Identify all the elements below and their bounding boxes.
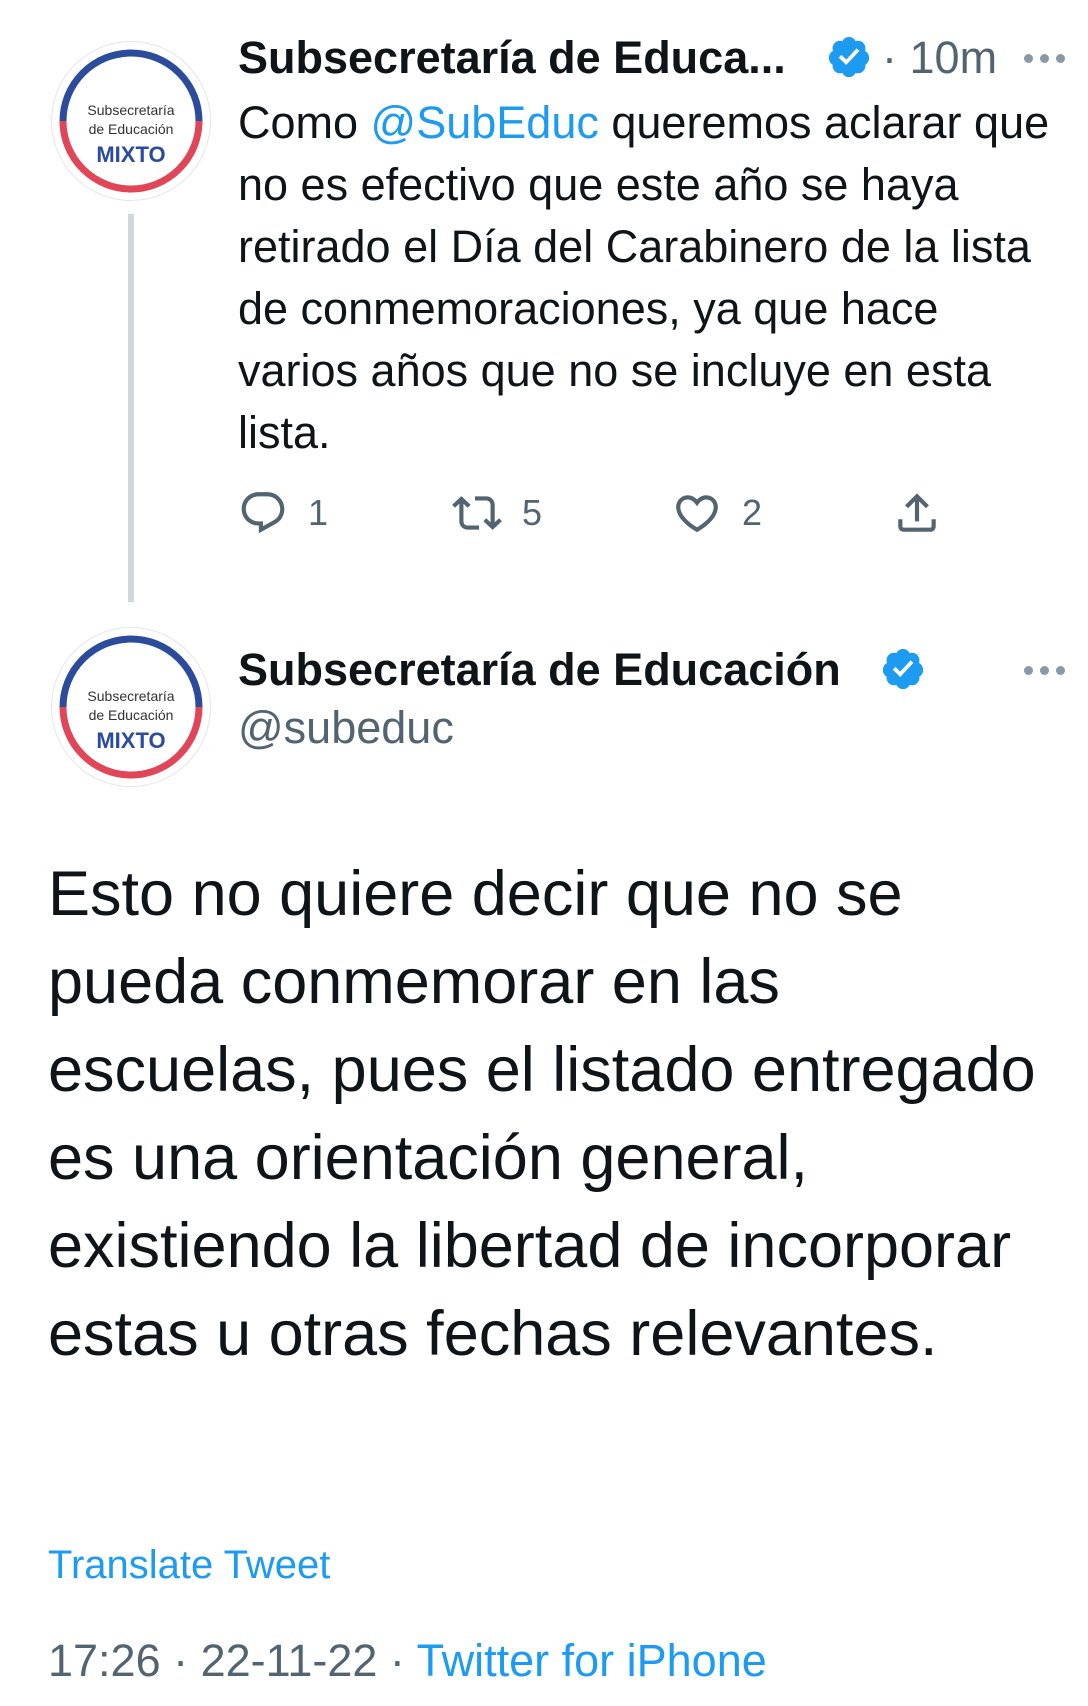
tweet-time-group: · 10m (882, 32, 997, 84)
like-count: 2 (742, 492, 763, 533)
avatar[interactable]: Subsecretaría de Educación MIXTO (52, 628, 210, 786)
author-name[interactable]: Subsecretaría de Educación (238, 644, 841, 696)
tweet-date: 22-11-22 (200, 1635, 378, 1686)
translate-tweet-link[interactable]: Translate Tweet (48, 1543, 330, 1588)
reply-count: 1 (308, 492, 329, 533)
text-segment: queremos aclarar que no es efectivo que … (238, 97, 1050, 458)
text-segment: Como (238, 97, 371, 148)
tweet-timestamp: 17:26 (48, 1635, 161, 1686)
more-icon[interactable] (1024, 48, 1074, 68)
avatar-logo: Subsecretaría de Educación MIXTO (55, 45, 207, 197)
reply-icon (241, 492, 285, 534)
avatar-badge: MIXTO (96, 142, 165, 167)
reply-tweet-text: Como @SubEduc queremos aclarar que no es… (238, 92, 1058, 464)
meta-separator: · (377, 1635, 417, 1686)
avatar[interactable]: Subsecretaría de Educación MIXTO (52, 42, 210, 200)
separator-dot: · (882, 32, 897, 83)
retweet-count: 5 (522, 492, 543, 533)
retweet-button[interactable]: 5 (452, 488, 542, 538)
mention-link[interactable]: @SubEduc (371, 97, 599, 148)
share-icon (898, 493, 936, 532)
like-button[interactable]: 2 (672, 488, 762, 538)
author-name[interactable]: Subsecretaría de Educa... (238, 32, 786, 84)
avatar-text-line1: Subsecretaría (87, 102, 174, 118)
verified-icon (882, 648, 924, 690)
avatar-text-line2: de Educación (89, 121, 174, 137)
verified-icon (828, 36, 870, 78)
meta-separator: · (160, 1635, 201, 1686)
tweet-meta: 17:26 · 22-11-22 · Twitter for iPhone (48, 1635, 767, 1687)
like-icon (676, 495, 718, 533)
avatar-text-line2: de Educación (89, 707, 174, 723)
tweet-time[interactable]: 10m (910, 32, 998, 83)
avatar-text-line1: Subsecretaría (87, 688, 174, 704)
thread-line (128, 214, 134, 602)
avatar-logo: Subsecretaría de Educación MIXTO (55, 631, 207, 783)
more-icon[interactable] (1024, 660, 1074, 680)
tweet-source-link[interactable]: Twitter for iPhone (417, 1635, 767, 1686)
author-handle[interactable]: @subeduc (238, 702, 454, 754)
avatar-badge: MIXTO (96, 728, 165, 753)
reply-button[interactable]: 1 (238, 488, 328, 538)
retweet-icon (452, 496, 502, 530)
main-tweet-text: Esto no quiere decir que no se pueda con… (48, 859, 1036, 1369)
share-button[interactable] (892, 488, 942, 538)
